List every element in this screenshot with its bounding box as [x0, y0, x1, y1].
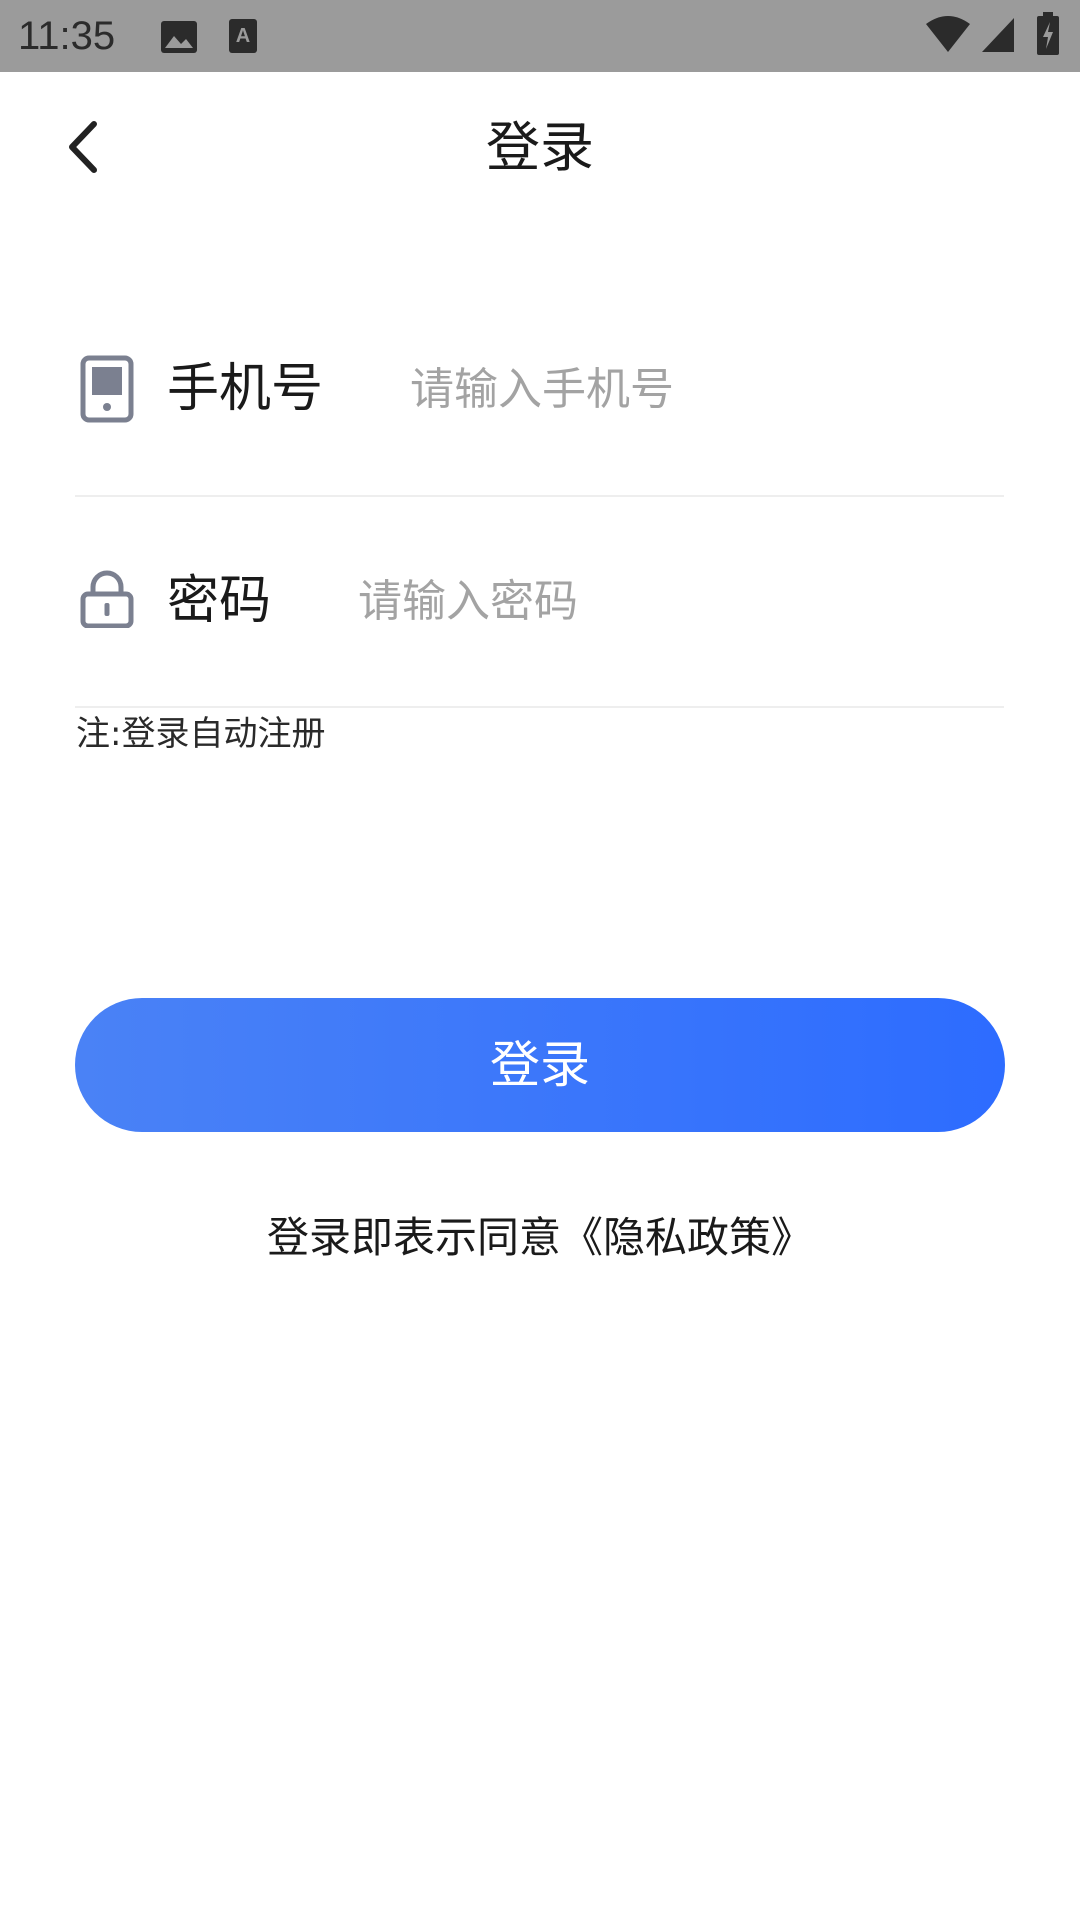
password-field-row: 密码	[75, 522, 1004, 682]
wifi-icon	[926, 16, 970, 52]
auto-register-note: 注:登录自动注册	[76, 714, 326, 754]
divider	[75, 706, 1004, 708]
text-a-icon: A	[229, 19, 257, 53]
phone-field-row: 手机号	[75, 310, 1004, 470]
lock-icon	[80, 570, 134, 628]
battery-charging-icon	[1037, 12, 1059, 55]
privacy-agreement: 登录即表示同意《隐私政策》	[0, 1210, 1080, 1266]
divider	[75, 495, 1004, 497]
agreement-text: 登录即表示同意	[266, 1213, 561, 1262]
privacy-policy-link[interactable]: 《隐私政策》	[561, 1213, 813, 1262]
status-time: 11:35	[18, 14, 116, 58]
password-label: 密码	[167, 571, 272, 631]
login-button[interactable]: 登录	[75, 998, 1005, 1132]
status-bar: 11:35 A	[0, 0, 1080, 72]
page-title: 登录	[486, 116, 594, 179]
phone-label: 手机号	[167, 359, 324, 419]
password-input[interactable]	[358, 566, 978, 636]
image-icon	[161, 21, 197, 53]
nav-bar: 登录	[0, 72, 1080, 228]
signal-icon	[982, 18, 1014, 52]
svg-text:A: A	[236, 25, 250, 47]
phone-icon	[80, 355, 134, 423]
phone-input[interactable]	[410, 354, 990, 424]
